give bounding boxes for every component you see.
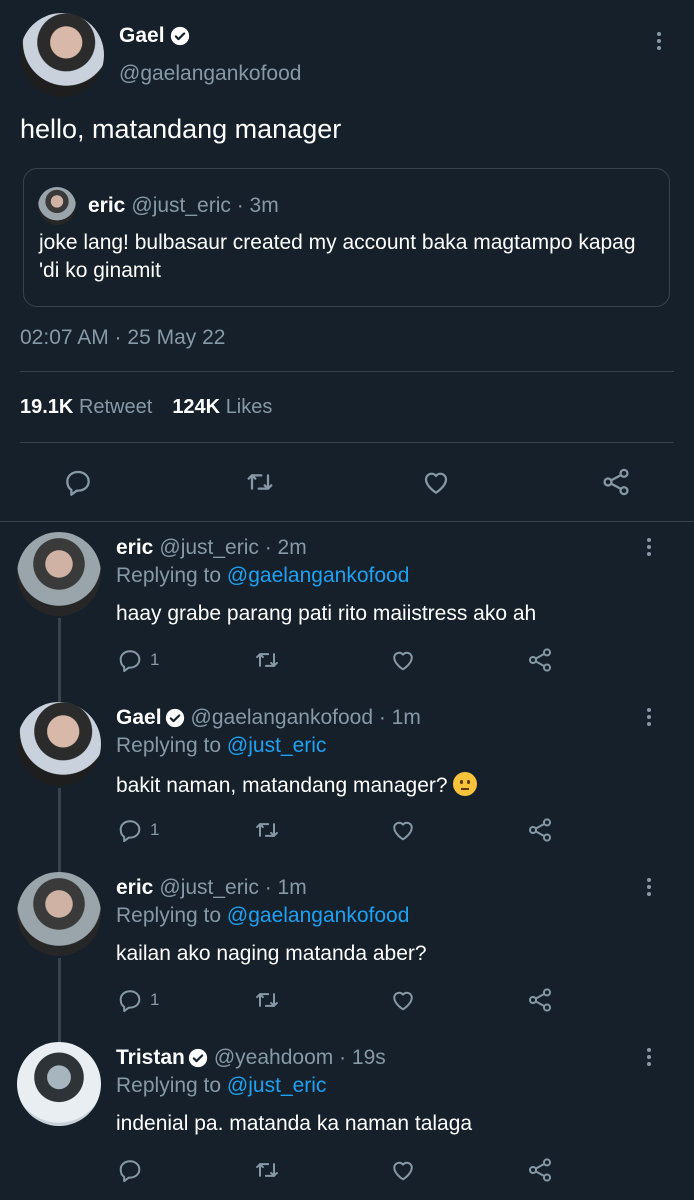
avatar	[38, 187, 76, 225]
share-icon[interactable]	[526, 646, 554, 674]
likes-stat[interactable]: 124K Likes	[172, 396, 272, 419]
like-icon[interactable]	[420, 466, 452, 498]
reply-icon[interactable]: 1	[116, 986, 159, 1014]
reply-icon[interactable]	[62, 466, 94, 498]
mention-link[interactable]: @just_eric	[227, 1074, 327, 1097]
reply-count: 1	[150, 650, 160, 669]
reply-count: 1	[150, 820, 160, 839]
verified-badge-icon	[165, 708, 184, 728]
reply-header: eric @just_eric · 2m	[116, 536, 307, 560]
avatar[interactable]	[17, 532, 101, 616]
reply-header: Gael @gaelangankofood · 1m	[116, 706, 421, 730]
quoted-tweet-text: joke lang! bulbasaur created my account …	[39, 231, 636, 282]
more-options-icon[interactable]	[646, 878, 652, 896]
share-icon[interactable]	[526, 986, 554, 1014]
reply-icon[interactable]: 1	[116, 646, 159, 674]
more-options-icon[interactable]	[646, 708, 652, 726]
reply-tweet[interactable]: Tristan @yeahdoom · 19s Replying to @jus…	[0, 1032, 694, 1200]
more-options-icon[interactable]	[646, 538, 652, 556]
divider	[20, 371, 674, 372]
reply-icon[interactable]	[116, 1156, 150, 1184]
engagement-stats: 19.1K Retweet 124K Likes	[20, 396, 272, 419]
more-options-icon[interactable]	[646, 1048, 652, 1066]
main-tweet: Gael @gaelangankofood hello, matandang m…	[0, 0, 694, 522]
like-icon[interactable]	[389, 986, 417, 1014]
quoted-author-name: eric	[88, 194, 126, 217]
reply-count: 1	[150, 990, 160, 1009]
quoted-tweet[interactable]: eric @just_eric · 3m joke lang! bulbasau…	[23, 168, 670, 307]
like-icon[interactable]	[389, 1156, 417, 1184]
replying-to: Replying to @just_eric	[116, 734, 327, 757]
reply-author-meta: @gaelangankofood · 1m	[190, 706, 421, 729]
reply-text: haay grabe parang pati rito maiistress a…	[116, 602, 537, 625]
author-handle[interactable]: @gaelangankofood	[119, 62, 301, 86]
reply-author-name[interactable]: eric	[116, 536, 153, 560]
mention-link[interactable]: @gaelangankofood	[227, 564, 409, 587]
reply-author-meta: @just_eric · 1m	[159, 876, 307, 899]
retweet-icon[interactable]	[252, 986, 282, 1014]
reply-header: Tristan @yeahdoom · 19s	[116, 1046, 386, 1070]
replying-to: Replying to @gaelangankofood	[116, 904, 410, 927]
reply-header: eric @just_eric · 1m	[116, 876, 307, 900]
share-icon[interactable]	[526, 1156, 554, 1184]
divider	[20, 442, 674, 443]
avatar[interactable]	[17, 872, 101, 956]
replying-to: Replying to @gaelangankofood	[116, 564, 410, 587]
replying-to: Replying to @just_eric	[116, 1074, 327, 1097]
reply-author-meta: @yeahdoom · 19s	[213, 1046, 386, 1069]
mention-link[interactable]: @just_eric	[227, 734, 327, 757]
avatar[interactable]	[17, 702, 101, 786]
retweet-icon[interactable]	[252, 646, 282, 674]
reply-text: indenial pa. matanda ka naman talaga	[116, 1112, 473, 1135]
avatar[interactable]	[17, 1042, 101, 1126]
share-icon[interactable]	[526, 816, 554, 844]
more-options-icon[interactable]	[656, 32, 662, 50]
quoted-tweet-header: eric @just_eric · 3m	[38, 187, 279, 225]
reply-text: kailan ako naging matanda aber?	[116, 942, 427, 965]
like-icon[interactable]	[389, 816, 417, 844]
author-name[interactable]: Gael	[119, 24, 190, 48]
verified-badge-icon	[188, 1048, 208, 1068]
reply-tweet[interactable]: Gael @gaelangankofood · 1m Replying to @…	[0, 692, 694, 862]
mention-link[interactable]: @gaelangankofood	[227, 904, 409, 927]
reply-author-meta: @just_eric · 2m	[159, 536, 307, 559]
raised-eyebrow-emoji-icon	[453, 772, 478, 796]
reply-author-name[interactable]: Gael	[116, 706, 162, 730]
reply-tweet[interactable]: eric @just_eric · 2m Replying to @gaelan…	[0, 522, 694, 692]
reply-tweet[interactable]: eric @just_eric · 1m Replying to @gaelan…	[0, 862, 694, 1032]
reply-icon[interactable]: 1	[116, 816, 159, 844]
share-icon[interactable]	[600, 466, 632, 498]
reply-author-name[interactable]: eric	[116, 876, 153, 900]
tweet-timestamp[interactable]: 02:07 AM · 25 May 22	[20, 326, 225, 350]
avatar[interactable]	[20, 13, 104, 97]
retweet-icon[interactable]	[252, 816, 282, 844]
like-icon[interactable]	[389, 646, 417, 674]
retweet-icon[interactable]	[243, 466, 277, 498]
tweet-text: hello, matandang manager	[20, 114, 342, 144]
quoted-author-meta: @just_eric · 3m	[131, 194, 279, 217]
reply-text: bakit naman, matandang manager?	[116, 772, 478, 798]
reply-author-name[interactable]: Tristan	[116, 1046, 185, 1070]
verified-badge-icon	[170, 26, 189, 46]
retweet-icon[interactable]	[252, 1156, 282, 1184]
retweets-stat[interactable]: 19.1K Retweet	[20, 396, 152, 419]
